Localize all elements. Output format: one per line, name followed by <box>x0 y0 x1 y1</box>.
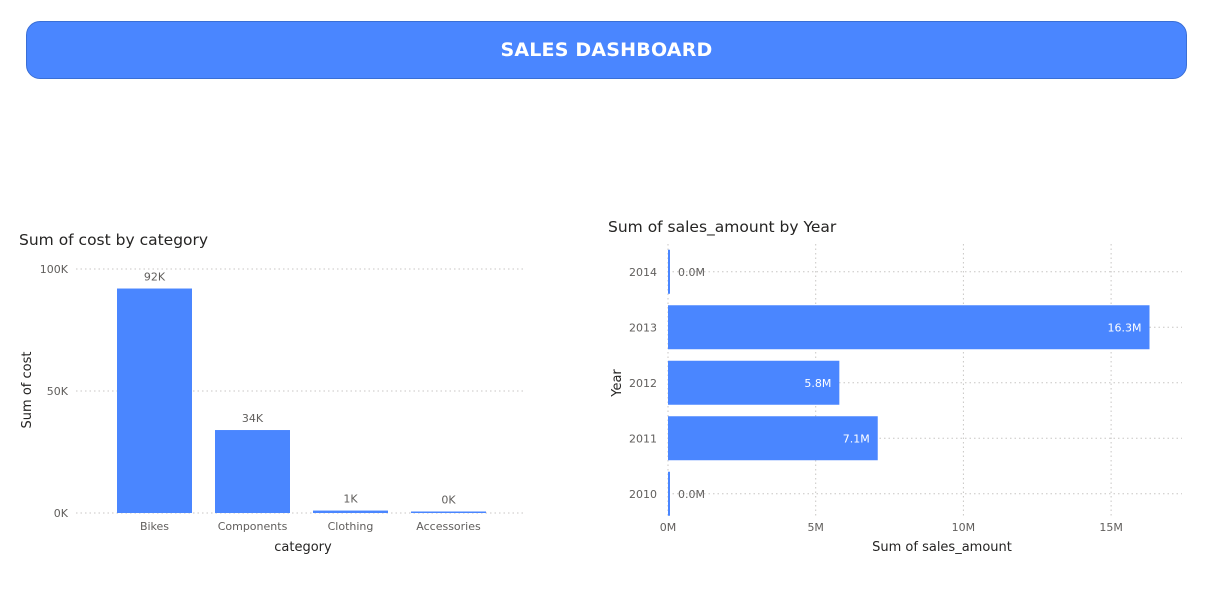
bar-year-2010 <box>668 471 670 516</box>
bar-year-2014 <box>668 249 670 294</box>
sales-by-year-chart: 0M 5M 10M 15M 2014 0.0M 2013 16.3M 2012 5.8M 2011 7… <box>610 244 1182 555</box>
y-tick-label: 2013 <box>629 321 657 334</box>
x-tick-label: 5M <box>807 521 824 534</box>
data-label: 16.3M <box>1108 321 1142 334</box>
x-axis-title: Sum of sales_amount <box>872 540 1012 555</box>
x-tick-label: 15M <box>1099 521 1123 534</box>
y-tick-label: 2014 <box>629 266 657 279</box>
data-label: 5.8M <box>804 377 831 390</box>
y-axis-title: Year <box>610 369 625 398</box>
x-tick-label: 0M <box>660 521 677 534</box>
data-label: 7.1M <box>843 432 870 445</box>
bar-year-2013 <box>668 305 1150 350</box>
y-tick-label: 2011 <box>629 432 657 445</box>
data-label: 0.0M <box>678 266 705 279</box>
data-label: 0.0M <box>678 488 705 501</box>
y-tick-label: 2012 <box>629 377 657 390</box>
x-tick-label: 10M <box>952 521 976 534</box>
y-tick-label: 2010 <box>629 488 657 501</box>
